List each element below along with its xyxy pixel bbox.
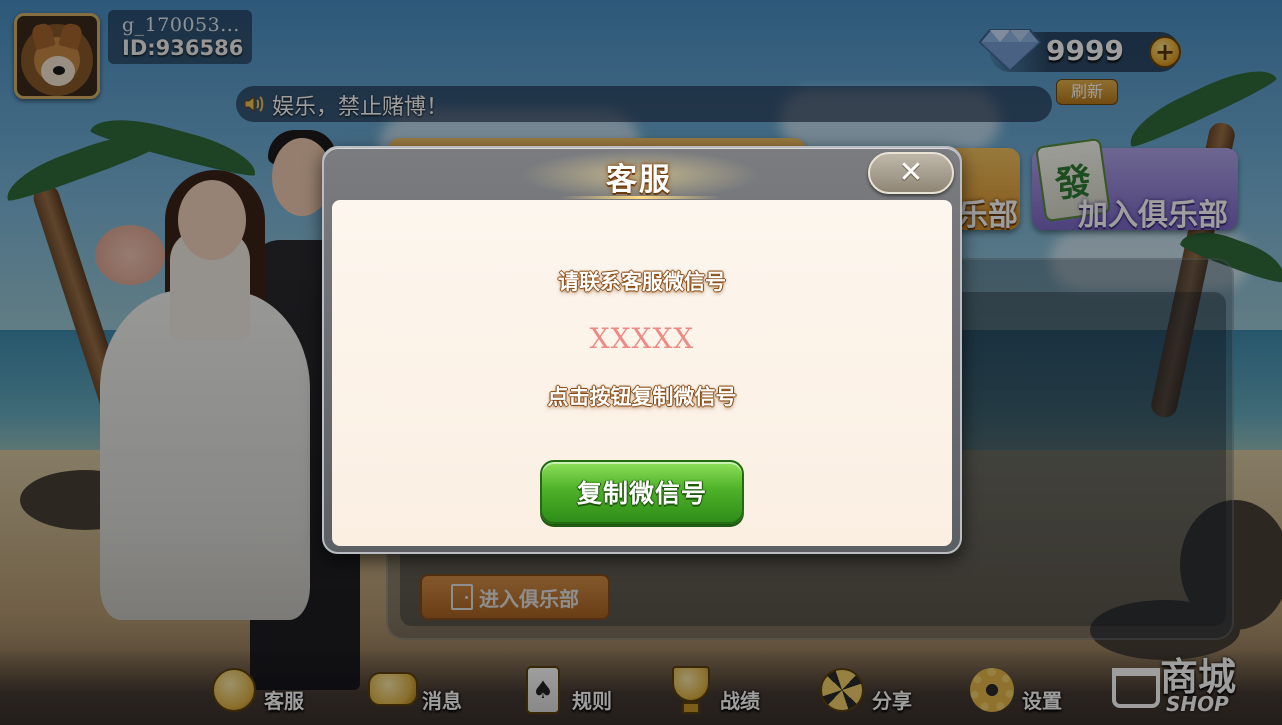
copy-wechat-button[interactable]: 复制微信号 bbox=[540, 460, 744, 524]
contact-instruction: 请联系客服微信号 bbox=[558, 270, 726, 294]
close-button[interactable]: ✕ bbox=[868, 152, 954, 194]
title-underline bbox=[560, 196, 720, 199]
copy-wechat-label: 复制微信号 bbox=[576, 479, 707, 508]
modal-title: 客服 bbox=[606, 162, 672, 198]
wechat-id: XXXXX bbox=[589, 322, 695, 355]
copy-instruction: 点击按钮复制微信号 bbox=[547, 385, 737, 409]
close-icon: ✕ bbox=[898, 155, 924, 190]
